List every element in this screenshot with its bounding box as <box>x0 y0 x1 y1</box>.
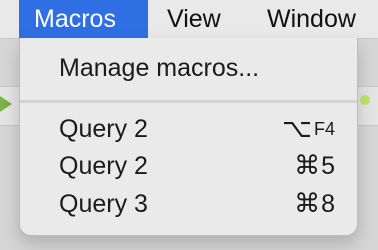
menu-separator <box>20 100 357 103</box>
command-key-icon: ⌘ <box>294 189 321 219</box>
keyboard-shortcut: ⌘ 8 <box>294 185 335 223</box>
menu-item-query-3[interactable]: Query 3 ⌘ 8 <box>20 185 357 223</box>
menu-view[interactable]: View <box>155 0 233 38</box>
command-key-icon: ⌘ <box>294 151 321 181</box>
menu-item-label: Query 2 <box>59 115 148 143</box>
menu-item-manage-macros[interactable]: Manage macros... <box>20 49 357 87</box>
menu-item-label: Query 3 <box>59 190 148 218</box>
option-key-icon: ⌥ <box>282 114 312 144</box>
menu-item-label: Manage macros... <box>59 54 260 82</box>
menu-item-query-2-option-f4[interactable]: Query 2 ⌥ F4 <box>20 110 357 148</box>
keyboard-shortcut: ⌥ F4 <box>282 110 335 148</box>
status-dot-icon <box>360 95 370 105</box>
menu-item-query-2-command-5[interactable]: Query 2 ⌘ 5 <box>20 147 357 185</box>
menu-item-label: Query 2 <box>59 152 148 180</box>
macros-dropdown-menu: Manage macros... Query 2 ⌥ F4 Query 2 ⌘ … <box>19 38 358 236</box>
menu-bar: Macros View Window <box>0 0 378 39</box>
shortcut-key: 5 <box>321 152 335 180</box>
menu-window[interactable]: Window <box>255 0 368 38</box>
shortcut-key: 8 <box>321 190 335 218</box>
shortcut-key: F4 <box>313 119 335 139</box>
menu-macros[interactable]: Macros <box>19 0 148 38</box>
play-arrow-icon <box>0 96 12 112</box>
keyboard-shortcut: ⌘ 5 <box>294 147 335 185</box>
